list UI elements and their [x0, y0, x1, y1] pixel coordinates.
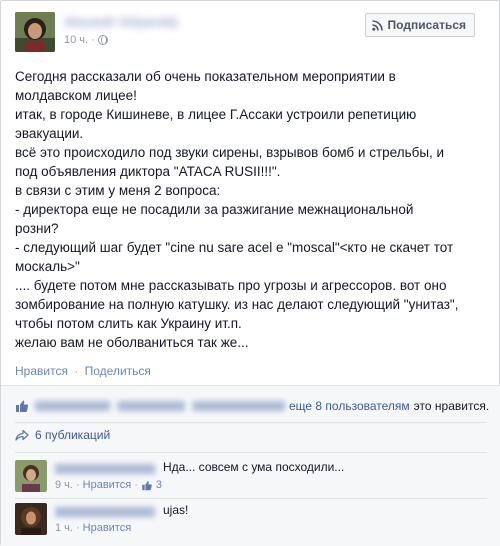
thumbs-up-icon [142, 480, 152, 490]
comment-text: ujas! [163, 503, 189, 517]
commenter-name[interactable] [55, 507, 155, 517]
avatar-photo [15, 12, 55, 52]
author-avatar[interactable] [15, 12, 55, 52]
shares-count[interactable]: 6 публикаций [35, 428, 110, 442]
post-text-line: зомбирование на полную катушку. из нас д… [15, 297, 459, 312]
subscribe-label: Подписаться [387, 18, 466, 32]
share-icon [15, 429, 29, 441]
ufi-divider [15, 498, 487, 499]
commenter-avatar[interactable] [15, 460, 47, 492]
post-text-line: итак, в городе Кишиневе, в лицее Г.Ассак… [15, 107, 417, 122]
ufi-divider [15, 422, 487, 423]
actions-separator: · [74, 364, 79, 378]
post-actions: Нравится · Поделиться [15, 364, 151, 378]
comment-like-count[interactable]: 3 [156, 479, 162, 491]
post-text-line: чтобы потом слить как Украину ит.п. [15, 316, 242, 331]
post-card: Alexandr Volyanskij 10 ч. · Подписаться … [0, 0, 500, 546]
post-text-line: .... будете потом мне рассказывать про у… [15, 278, 447, 293]
post-text-line: москаль>" [15, 259, 80, 274]
commenter-photo [15, 460, 47, 492]
comment-like-link[interactable]: Нравится [83, 479, 132, 491]
comment-item: Нда... совсем с ума посходили... 9 ч. · … [15, 460, 489, 496]
thumbs-up-icon [16, 400, 29, 412]
post-header: Alexandr Volyanskij 10 ч. · Подписаться [15, 12, 487, 56]
comment-text: Нда... совсем с ума посходили... [163, 460, 345, 474]
more-likers-link[interactable]: еще 8 пользователям [289, 399, 410, 413]
author-name[interactable]: Alexandr Volyanskij [64, 15, 214, 29]
likes-summary: еще 8 пользователям это нравится. [15, 396, 491, 416]
post-text-line: желаю вам не оболваниться так же... [15, 335, 249, 350]
comment-time[interactable]: 1 ч. [55, 522, 73, 534]
commenter-name[interactable] [55, 464, 155, 474]
likers-names[interactable] [35, 401, 285, 411]
post-text-line: в связи с этим у меня 2 вопроса: [15, 183, 221, 198]
rss-icon [371, 19, 383, 31]
comment-time[interactable]: 9 ч. [55, 479, 73, 491]
comment-meta: 1 ч. · Нравится [55, 522, 131, 534]
comment-meta: 9 ч. · Нравится · 3 [55, 479, 162, 491]
share-link[interactable]: Поделиться [85, 364, 151, 378]
post-text-line: эвакуации. [15, 126, 84, 141]
meta-separator: · [134, 479, 138, 491]
post-text-line: - следующий шаг будет "cine nu sare acel… [15, 240, 454, 255]
like-link[interactable]: Нравится [15, 364, 68, 378]
shares-row[interactable]: 6 публикаций [15, 428, 110, 442]
post-text-line: молдавском лицее! [15, 88, 137, 103]
likes-tail-text: это нравится. [413, 399, 490, 413]
comment-item: ujas! 1 ч. · Нравится [15, 503, 489, 539]
post-text-line: всё это происходило под звуки сирены, вз… [15, 145, 445, 160]
commenter-avatar[interactable] [15, 503, 47, 535]
post-time[interactable]: 10 ч. [64, 34, 88, 46]
post-text-line: Сегодня рассказали об очень показательно… [15, 69, 396, 84]
meta-separator: · [75, 479, 80, 491]
ufi-divider [15, 452, 487, 453]
subscribe-button[interactable]: Подписаться [364, 13, 475, 37]
comment-like-link[interactable]: Нравится [83, 522, 132, 534]
globe-icon [97, 35, 108, 45]
post-text-line: под объявления диктора "ATACA RUSII!!!". [15, 164, 281, 179]
post-text-line: - директора еще не посадили за разжигани… [15, 202, 414, 217]
post-text-line: розни? [15, 221, 59, 236]
post-body: Сегодня рассказали об очень показательно… [15, 67, 491, 352]
commenter-photo [15, 503, 47, 535]
post-meta: 10 ч. · [64, 34, 108, 46]
feedback-section: еще 8 пользователям это нравится. 6 публ… [1, 385, 500, 546]
meta-separator: · [91, 34, 95, 46]
meta-separator: · [75, 522, 80, 534]
